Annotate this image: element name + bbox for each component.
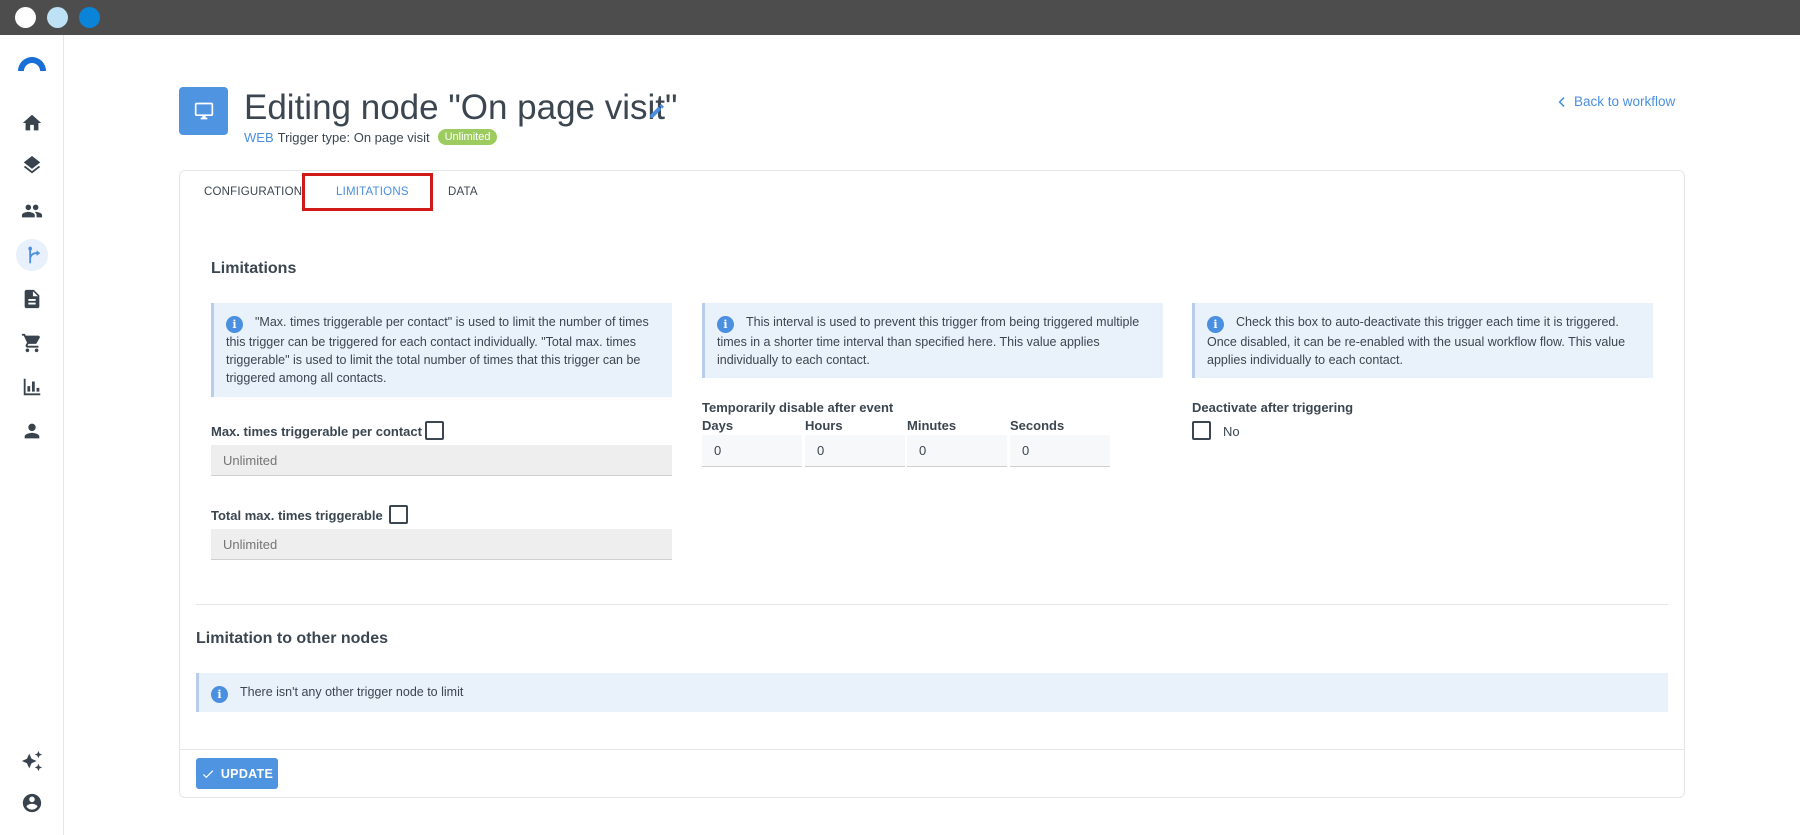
info-icon: i bbox=[211, 686, 228, 703]
sidebar-item-workflows[interactable] bbox=[16, 239, 48, 271]
info-icon: i bbox=[226, 316, 243, 333]
deactivate-label: Deactivate after triggering bbox=[1192, 400, 1354, 415]
sidebar-item-contacts[interactable] bbox=[16, 195, 48, 227]
days-input[interactable] bbox=[702, 435, 802, 467]
info-box-other-nodes: i There isn't any other trigger node to l… bbox=[196, 673, 1668, 712]
trigger-type-text: Trigger type: On page visit bbox=[277, 129, 430, 145]
total-max-input[interactable] bbox=[211, 529, 672, 560]
status-badge: Unlimited bbox=[437, 129, 498, 145]
pencil-icon bbox=[650, 104, 664, 118]
seconds-input[interactable] bbox=[1010, 435, 1110, 467]
update-button[interactable]: UPDATE bbox=[196, 758, 278, 789]
info-icon: i bbox=[1207, 316, 1224, 333]
total-max-checkbox[interactable] bbox=[389, 505, 408, 524]
hours-label: Hours bbox=[805, 418, 843, 433]
layers-icon bbox=[23, 156, 41, 174]
temp-disable-label: Temporarily disable after event bbox=[702, 400, 894, 415]
window-titlebar bbox=[0, 0, 1800, 35]
node-type-icon bbox=[179, 87, 228, 135]
sidebar-item-profile[interactable] bbox=[16, 787, 48, 819]
limitations-title: Limitations bbox=[211, 260, 297, 277]
footer-divider bbox=[180, 749, 1684, 750]
sidebar-item-layers[interactable] bbox=[16, 151, 48, 183]
info-max-text: "Max. times triggerable per contact" is … bbox=[226, 315, 649, 385]
channel-link[interactable]: WEB bbox=[244, 130, 274, 145]
info-icon: i bbox=[717, 316, 734, 333]
home-icon bbox=[22, 114, 42, 131]
info-box-interval: i This interval is used to prevent this t… bbox=[702, 303, 1163, 378]
tab-configuration[interactable]: CONFIGURATION bbox=[204, 186, 302, 198]
cart-icon bbox=[21, 333, 41, 353]
days-label: Days bbox=[702, 418, 734, 433]
info-interval-text: This interval is used to prevent this tr… bbox=[717, 315, 1140, 367]
check-icon bbox=[202, 769, 214, 778]
sidebar-item-account[interactable] bbox=[16, 415, 48, 447]
workflow-icon bbox=[28, 246, 41, 264]
info-box-deactivate: i Check this box to auto-deactivate this … bbox=[1192, 303, 1653, 378]
info-box-max-triggers: i "Max. times triggerable per contact" is… bbox=[211, 303, 672, 397]
window-close-button[interactable] bbox=[15, 7, 36, 28]
page-title: Editing node "On page visit" bbox=[244, 88, 678, 127]
sidebar-item-shop[interactable] bbox=[16, 327, 48, 359]
back-link-label: Back to workflow bbox=[1574, 94, 1676, 109]
max-per-contact-input[interactable] bbox=[211, 445, 672, 476]
bar-chart-icon bbox=[23, 378, 41, 396]
section-divider bbox=[196, 604, 1668, 605]
back-to-workflow-link[interactable]: Back to workflow bbox=[1556, 94, 1675, 109]
window-maximize-button[interactable] bbox=[79, 7, 100, 28]
hours-input[interactable] bbox=[805, 435, 905, 467]
sidebar bbox=[0, 35, 64, 835]
monitor-icon bbox=[194, 102, 213, 120]
chevron-left-icon bbox=[1558, 96, 1565, 107]
sidebar-item-reports[interactable] bbox=[16, 371, 48, 403]
person-icon bbox=[24, 423, 40, 439]
people-icon bbox=[21, 204, 43, 218]
document-icon bbox=[24, 289, 40, 309]
other-nodes-text: There isn't any other trigger node to li… bbox=[240, 685, 464, 699]
tab-highlight-box bbox=[302, 173, 433, 211]
window-minimize-button[interactable] bbox=[47, 7, 68, 28]
sidebar-item-home[interactable] bbox=[16, 107, 48, 139]
other-nodes-title: Limitation to other nodes bbox=[196, 630, 388, 647]
tab-data[interactable]: DATA bbox=[448, 186, 478, 198]
max-per-contact-label: Max. times triggerable per contact bbox=[211, 424, 422, 439]
seconds-label: Seconds bbox=[1010, 418, 1065, 433]
total-max-label: Total max. times triggerable bbox=[211, 508, 383, 523]
sidebar-item-ai[interactable] bbox=[16, 745, 48, 777]
sidebar-item-documents[interactable] bbox=[16, 283, 48, 315]
minutes-input[interactable] bbox=[907, 435, 1007, 467]
info-deactivate-text: Check this box to auto-deactivate this t… bbox=[1207, 315, 1626, 367]
minutes-label: Minutes bbox=[907, 418, 957, 433]
node-subtitle: WEB Trigger type: On page visit Unlimite… bbox=[244, 129, 498, 145]
deactivate-value-label: No bbox=[1223, 424, 1240, 439]
sparkle-icon bbox=[21, 750, 43, 772]
app-logo[interactable] bbox=[16, 53, 48, 71]
edit-title-button[interactable] bbox=[648, 102, 666, 120]
update-button-label: UPDATE bbox=[220, 766, 274, 781]
max-per-contact-checkbox[interactable] bbox=[425, 421, 444, 440]
deactivate-checkbox[interactable] bbox=[1192, 421, 1211, 440]
account-circle-icon bbox=[22, 793, 42, 813]
